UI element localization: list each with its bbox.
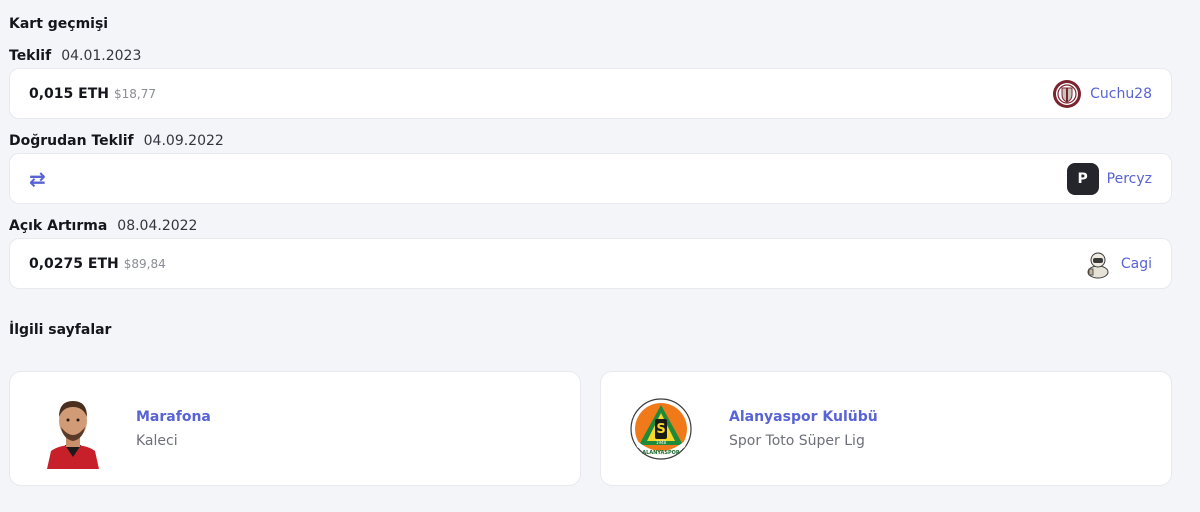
event-type: Teklif	[9, 48, 52, 64]
card-subtitle: Spor Toto Süper Lig	[729, 432, 865, 449]
history-row: 0,0275 ETH $89,84 Cagi	[9, 238, 1172, 289]
event-type: Açık Artırma	[9, 218, 108, 234]
usd-amount: $18,77	[114, 86, 156, 101]
related-pages-title: İlgili sayfalar	[9, 322, 112, 338]
astronaut-icon[interactable]	[1083, 249, 1113, 279]
event-type: Doğrudan Teklif	[9, 133, 134, 149]
swap-icon: ⇄	[29, 166, 46, 191]
logo-text: ALANYASPOR	[642, 450, 680, 456]
history-row: ⇄ P Percyz	[9, 153, 1172, 204]
user-avatar[interactable]: P	[1066, 162, 1099, 195]
logo-year: 1948	[656, 440, 667, 445]
card-subtitle: Kaleci	[136, 432, 178, 449]
eth-amount: 0,015 ETH	[29, 85, 109, 102]
user-link[interactable]: Cuchu28	[1052, 79, 1152, 109]
event-date: 04.01.2023	[61, 48, 142, 64]
event-header: Açık Artırma 08.04.2022	[9, 217, 197, 235]
username[interactable]: Cuchu28	[1090, 86, 1152, 102]
event-header: Teklif 04.01.2023	[9, 47, 141, 65]
user-link[interactable]: Cagi	[1083, 249, 1152, 279]
username[interactable]: Percyz	[1107, 171, 1152, 187]
card-title[interactable]: Marafona	[136, 409, 211, 425]
player-photo	[10, 389, 136, 469]
event-date: 04.09.2022	[143, 133, 224, 149]
logo-letter: S	[656, 422, 665, 437]
card-text: Alanyaspor Kulübü Spor Toto Süper Lig	[729, 409, 878, 449]
related-card-player[interactable]: Marafona Kaleci	[9, 371, 581, 486]
price: 0,015 ETH $18,77	[29, 86, 156, 102]
user-link[interactable]: P Percyz	[1066, 162, 1152, 195]
event-header: Doğrudan Teklif 04.09.2022	[9, 132, 224, 150]
club-crest-icon[interactable]	[1052, 79, 1082, 109]
price: 0,0275 ETH $89,84	[29, 256, 166, 272]
card-text: Marafona Kaleci	[136, 409, 211, 449]
card-title[interactable]: Alanyaspor Kulübü	[729, 409, 878, 425]
card-history-title: Kart geçmişi	[9, 16, 109, 32]
related-card-club[interactable]: S 1948 ALANYASPOR Alanyaspor Kulübü Spor…	[600, 371, 1172, 486]
username[interactable]: Cagi	[1121, 256, 1152, 272]
history-row: 0,015 ETH $18,77 Cuchu28	[9, 68, 1172, 119]
usd-amount: $89,84	[123, 256, 166, 271]
eth-amount: 0,0275 ETH	[29, 255, 119, 272]
event-date: 08.04.2022	[117, 218, 198, 234]
club-logo: S 1948 ALANYASPOR	[601, 397, 721, 461]
